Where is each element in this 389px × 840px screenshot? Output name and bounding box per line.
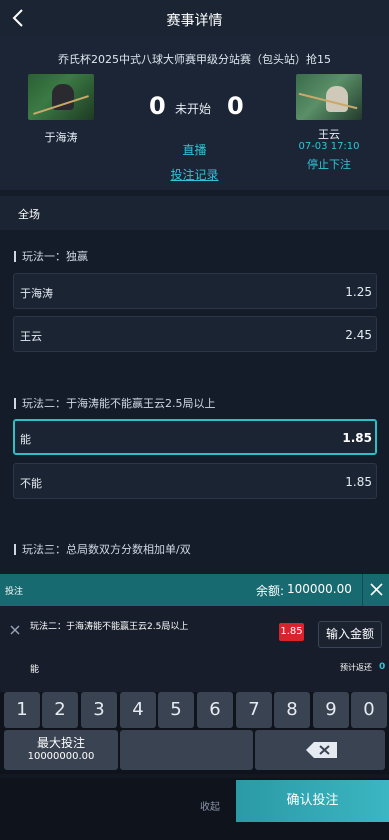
expected-return-value: 0 xyxy=(379,662,386,672)
bet-option-yes[interactable]: 能 1.85 xyxy=(13,419,377,455)
bet-option-no[interactable]: 不能 1.85 xyxy=(13,463,377,499)
bet-slip-item: 玩法二：于海涛能不能赢王云2.5局以上 1.85 输入金额 能 预计返还 0 xyxy=(0,606,389,692)
page-title: 赛事详情 xyxy=(166,13,223,29)
key-3[interactable]: 3 xyxy=(81,692,117,728)
match-status: 未开始 xyxy=(175,102,212,116)
option-odds: 1.25 xyxy=(345,285,372,299)
bet-record-link[interactable]: 投注记录 xyxy=(0,166,389,183)
amount-input[interactable]: 输入金额 xyxy=(318,621,382,648)
remove-bet-icon[interactable] xyxy=(10,620,20,635)
key-5[interactable]: 5 xyxy=(158,692,194,728)
key-7[interactable]: 7 xyxy=(236,692,272,728)
key-6[interactable]: 6 xyxy=(197,692,233,728)
bet-item-name: 玩法二：于海涛能不能赢王云2.5局以上 xyxy=(30,622,189,632)
collapse-button[interactable]: 收起 xyxy=(200,798,220,813)
play-title: 玩法一：独赢 xyxy=(14,251,88,262)
bet-slip-panel: 投注 余额: 100000.00 玩法二：于海涛能不能赢王云2.5局以上 1.8… xyxy=(0,574,389,840)
bet-item-odds: 1.85 xyxy=(279,623,304,641)
home-player-avatar xyxy=(28,74,94,120)
away-score: 0 xyxy=(227,92,244,120)
option-odds: 2.45 xyxy=(345,328,372,342)
league-name: 乔氏杯2025中式八球大师赛甲级分站赛（包头站）抢15 xyxy=(58,53,331,66)
option-odds: 1.85 xyxy=(345,475,372,489)
option-name: 不能 xyxy=(20,477,42,490)
away-player-avatar xyxy=(296,74,362,120)
balance-value: 100000.00 xyxy=(287,582,352,596)
key-8[interactable]: 8 xyxy=(274,692,310,728)
close-icon[interactable] xyxy=(362,574,389,606)
key-4[interactable]: 4 xyxy=(120,692,156,728)
blank-key xyxy=(120,730,253,770)
section-tab-full[interactable]: 全场 xyxy=(0,196,389,230)
balance-label: 余额: xyxy=(256,584,285,598)
play-title: 玩法三：总局数双方分数相加单/双 xyxy=(14,544,191,555)
bet-option-away[interactable]: 王云 2.45 xyxy=(13,316,377,352)
key-2[interactable]: 2 xyxy=(42,692,78,728)
confirm-bet-button[interactable]: 确认投注 xyxy=(236,780,389,822)
option-odds: 1.85 xyxy=(342,431,372,445)
option-name: 王云 xyxy=(20,330,42,343)
max-bet-label: 最大投注 xyxy=(36,736,85,750)
backspace-key[interactable] xyxy=(255,730,385,770)
bet-slip-label: 投注 xyxy=(5,587,24,597)
bet-slip-header: 投注 余额: 100000.00 xyxy=(0,574,389,606)
home-score: 0 xyxy=(149,92,166,120)
live-link[interactable]: 直播 xyxy=(0,141,389,158)
max-bet-button[interactable]: 最大投注 10000000.00 xyxy=(4,730,118,770)
max-bet-value: 10000000.00 xyxy=(27,751,95,762)
number-keypad: 1 2 3 4 5 6 7 8 9 0 最大投注 10000000.00 xyxy=(0,692,389,774)
bet-slip-footer: 收起 确认投注 xyxy=(0,778,389,840)
play-title: 玩法二：于海涛能不能赢王云2.5局以上 xyxy=(14,398,216,409)
section-label: 全场 xyxy=(18,208,40,221)
top-bar: 赛事详情 xyxy=(0,0,389,38)
key-1[interactable]: 1 xyxy=(4,692,40,728)
key-0[interactable]: 0 xyxy=(351,692,387,728)
bet-option-home[interactable]: 于海涛 1.25 xyxy=(13,273,377,309)
away-player-name: 王云 xyxy=(318,128,340,141)
key-9[interactable]: 9 xyxy=(313,692,349,728)
option-name: 能 xyxy=(20,433,31,446)
match-header: 乔氏杯2025中式八球大师赛甲级分站赛（包头站）抢15 于海涛 王云 07-03… xyxy=(0,38,389,190)
bet-selection: 能 xyxy=(30,665,40,675)
option-name: 于海涛 xyxy=(20,287,53,300)
expected-return-label: 预计返还 xyxy=(340,663,372,672)
